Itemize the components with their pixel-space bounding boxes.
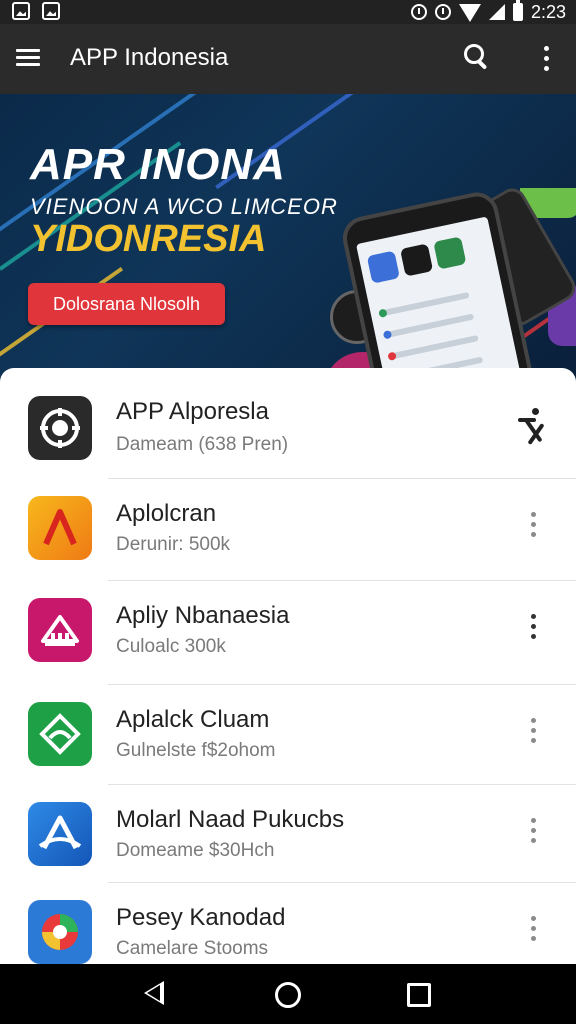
compass-icon bbox=[40, 408, 80, 448]
diamond-app-icon bbox=[28, 702, 92, 766]
app-subtitle: Derunir: 500k bbox=[116, 534, 231, 555]
diamond-icon bbox=[39, 713, 81, 755]
notification-icons bbox=[12, 2, 60, 20]
more-vert-icon[interactable] bbox=[529, 916, 539, 946]
list-item[interactable]: Aplalck Cluam Gulnelste f$2ohom bbox=[0, 684, 576, 784]
banner-title: APR INONA bbox=[30, 140, 286, 189]
letter-a-icon bbox=[43, 509, 77, 546]
banner-subtitle: VIENOON A WCO LIMCEOR bbox=[30, 194, 338, 219]
wifi-icon bbox=[458, 4, 481, 22]
list-item[interactable]: Molarl Naad Pukucbs Domeame $30Hch bbox=[0, 784, 576, 884]
colorful-icon bbox=[42, 914, 78, 950]
colorful-app-icon bbox=[28, 900, 92, 964]
battery-icon bbox=[512, 0, 523, 21]
app-name: Aplolcran bbox=[116, 500, 217, 527]
banner-highlight: YIDONRESIA bbox=[30, 218, 267, 260]
app-bar: APP Indonesia bbox=[0, 24, 576, 94]
more-vert-icon[interactable] bbox=[529, 512, 539, 542]
phone-screen bbox=[356, 216, 531, 384]
app-title: APP Indonesia bbox=[70, 44, 229, 71]
more-vert-icon[interactable] bbox=[529, 718, 539, 748]
app-name: Pesey Kanodad bbox=[116, 904, 286, 931]
menu-icon[interactable] bbox=[16, 49, 40, 67]
letter-a-app-icon bbox=[28, 802, 92, 866]
app-subtitle: Camelare Stooms bbox=[116, 938, 269, 959]
banner-cta-button[interactable]: Dolosrana Nlosolh bbox=[28, 283, 225, 325]
app-name: APP Alporesla bbox=[116, 398, 269, 425]
image-notification-icon bbox=[42, 2, 60, 20]
app-list: APP Alporesla Dameam (638 Pren) Aplolcra… bbox=[0, 368, 576, 964]
more-vert-icon[interactable] bbox=[529, 818, 539, 848]
image-notification-icon bbox=[12, 2, 30, 20]
status-bar: 2:23 bbox=[0, 0, 576, 24]
list-item[interactable]: Pesey Kanodad Camelare Stooms bbox=[0, 882, 576, 964]
alarm-icon bbox=[434, 4, 451, 20]
letter-a-app-icon bbox=[28, 496, 92, 560]
list-item[interactable]: Apliy Nbanaesia Culoalc 300k bbox=[0, 580, 576, 680]
app-subtitle: Culoalc 300k bbox=[116, 636, 226, 657]
home-icon[interactable] bbox=[275, 982, 301, 1008]
alarm-icon bbox=[410, 4, 427, 20]
system-icons: 2:23 bbox=[410, 0, 566, 24]
search-icon[interactable] bbox=[464, 44, 490, 72]
more-vert-icon[interactable] bbox=[529, 614, 539, 644]
list-item[interactable]: APP Alporesla Dameam (638 Pren) bbox=[0, 368, 576, 468]
app-subtitle: Gulnelste f$2ohom bbox=[116, 740, 276, 761]
more-vert-icon[interactable] bbox=[541, 46, 551, 72]
clock: 2:23 bbox=[530, 1, 566, 22]
recents-icon[interactable] bbox=[407, 983, 431, 1007]
runner-icon[interactable] bbox=[518, 408, 550, 448]
promo-banner[interactable]: APR INONA VIENOON A WCO LIMCEOR YIDONRES… bbox=[0, 94, 576, 384]
app-subtitle: Dameam (638 Pren) bbox=[116, 434, 289, 455]
list-item[interactable]: Aplolcran Derunir: 500k bbox=[0, 478, 576, 578]
compass-app-icon bbox=[28, 396, 92, 460]
building-icon bbox=[41, 615, 79, 646]
navigation-bar bbox=[0, 964, 576, 1024]
letter-a-icon bbox=[38, 815, 82, 850]
app-subtitle: Domeame $30Hch bbox=[116, 840, 275, 861]
signal-icon bbox=[488, 4, 505, 20]
back-icon[interactable] bbox=[144, 981, 164, 1005]
app-name: Apliy Nbanaesia bbox=[116, 602, 290, 629]
building-app-icon bbox=[28, 598, 92, 662]
banner-cta-label: Dolosrana Nlosolh bbox=[52, 293, 201, 314]
app-name: Molarl Naad Pukucbs bbox=[116, 806, 345, 833]
app-name: Aplalck Cluam bbox=[116, 706, 270, 733]
